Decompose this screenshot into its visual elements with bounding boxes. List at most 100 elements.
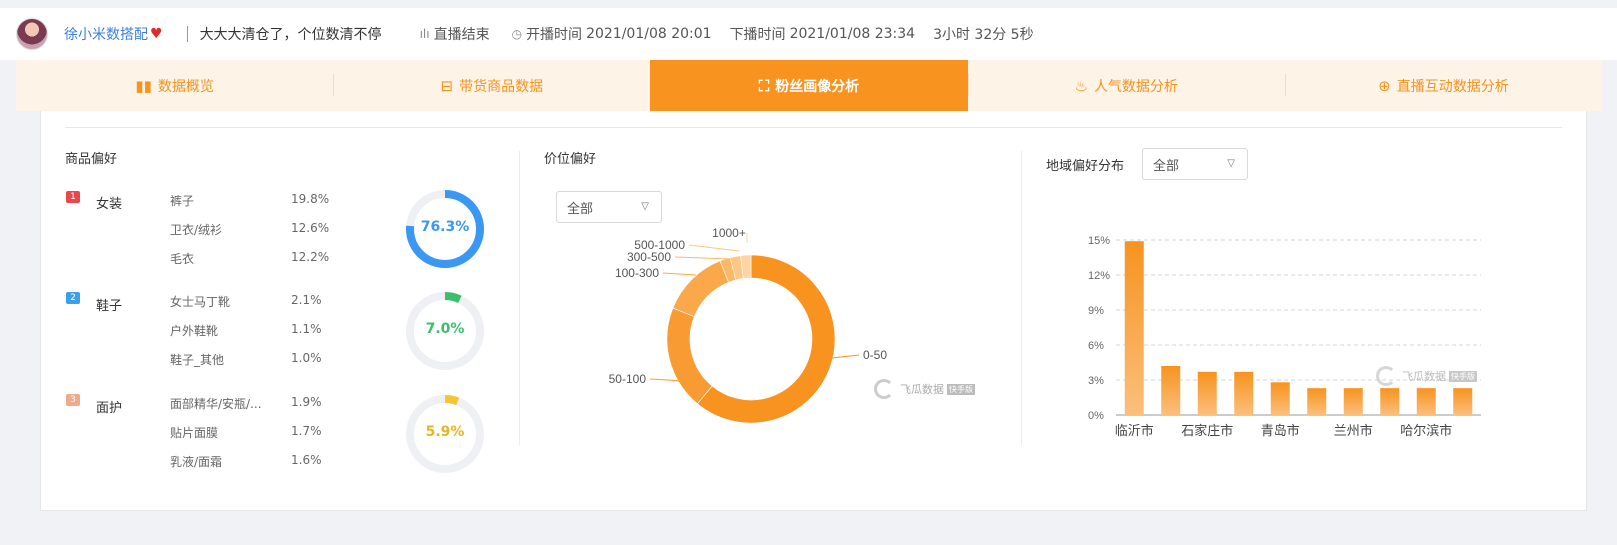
- region-bar[interactable]: [1416, 388, 1436, 415]
- category-name: 面护: [96, 401, 123, 416]
- tab-label: 数据概览: [157, 78, 214, 95]
- heart-icon: ♥: [150, 26, 163, 42]
- subcategory-value: 1.9%: [291, 395, 322, 409]
- y-tick-label: 12%: [1088, 270, 1110, 282]
- select-value: 全部: [567, 201, 594, 217]
- anchor-name-link[interactable]: 徐小米数搭配: [64, 24, 148, 44]
- region-bar[interactable]: [1270, 382, 1290, 415]
- signal-bars-icon: ılı: [419, 27, 430, 41]
- donut-slice-label: 1000+: [712, 226, 746, 240]
- start-time-value: 2021/01/08 20:01: [586, 26, 712, 42]
- end-time-label: 下播时间: [729, 27, 786, 43]
- column-divider: [1021, 151, 1022, 445]
- subcategory-value: 1.0%: [291, 351, 322, 365]
- clock-icon: ◷: [511, 27, 523, 41]
- rank-1-badge-icon: 1: [66, 191, 80, 203]
- tab-label: 人气数据分析: [1093, 78, 1178, 95]
- tab-fan-portrait[interactable]: ⛶ 粉丝画像分析: [650, 60, 968, 111]
- y-tick-label: 0%: [1088, 410, 1104, 422]
- y-tick-label: 15%: [1088, 235, 1110, 247]
- subcategory-value: 19.8%: [291, 192, 330, 206]
- anchor-avatar[interactable]: [16, 18, 48, 50]
- region-bar[interactable]: [1124, 241, 1144, 415]
- watermark-brand: 飞瓜数据: [900, 383, 944, 396]
- subcategory-name: 毛衣: [170, 252, 195, 266]
- subcategory-name: 鞋子_其他: [170, 353, 225, 367]
- region-bar[interactable]: [1197, 371, 1217, 415]
- rank-3-badge-icon: 3: [66, 394, 80, 406]
- watermark: 飞瓜数据 快手版: [874, 379, 975, 399]
- subcategory-value: 1.6%: [291, 453, 322, 467]
- end-time-value: 2021/01/08 23:34: [789, 26, 916, 42]
- feigua-logo-icon: [1376, 366, 1396, 386]
- category-name: 鞋子: [96, 299, 123, 314]
- tab-data-overview[interactable]: ▮▮ 数据概览: [16, 60, 333, 111]
- shopping-bag-icon: ⊟: [440, 76, 454, 95]
- subcategory-name: 裤子: [170, 194, 195, 208]
- region-bar[interactable]: [1380, 388, 1400, 415]
- duration-block: 3小时 32分 5秒: [933, 24, 1034, 44]
- tab-product-data[interactable]: ⊟ 带货商品数据: [333, 60, 650, 111]
- category-share-label: 76.3%: [420, 219, 470, 235]
- portrait-scan-icon: ⛶: [758, 76, 770, 95]
- donut-slice-label: 500-1000: [634, 238, 685, 252]
- subcategory-name: 贴片面膜: [170, 426, 219, 440]
- y-tick-label: 6%: [1088, 340, 1104, 352]
- region-bar[interactable]: [1343, 388, 1363, 415]
- tab-label: 粉丝画像分析: [775, 78, 860, 95]
- region-bar[interactable]: [1161, 366, 1181, 415]
- tab-label: 直播互动数据分析: [1396, 78, 1509, 95]
- donut-slice-label: 50-100: [609, 372, 647, 386]
- x-tick-label: 临沂市: [1115, 423, 1154, 438]
- rank-2-badge-icon: 2: [66, 292, 80, 304]
- region-filter-select[interactable]: 全部 ▽: [1142, 148, 1248, 180]
- subcategory-value: 12.2%: [291, 250, 330, 264]
- donut-slice-label: 0-50: [863, 348, 887, 362]
- donut-leader-line: [688, 244, 740, 252]
- region-bar[interactable]: [1234, 371, 1254, 415]
- analysis-tabs: ▮▮ 数据概览 ⊟ 带货商品数据 ⛶ 粉丝画像分析 ♨ 人气数据分析 ⊕ 直播互…: [16, 60, 1602, 111]
- region-pref-title: 地域偏好分布: [1046, 159, 1125, 174]
- live-title: 大大大清仓了，个位数清不停: [199, 27, 382, 43]
- watermark-tag: 快手版: [1449, 370, 1477, 382]
- flame-icon: ♨: [1074, 76, 1088, 95]
- watermark-tag: 快手版: [947, 383, 975, 395]
- region-bar[interactable]: [1453, 388, 1473, 415]
- select-value: 全部: [1153, 158, 1180, 174]
- tab-popularity[interactable]: ♨ 人气数据分析: [967, 60, 1285, 111]
- watermark-brand: 飞瓜数据: [1402, 370, 1446, 383]
- y-tick-label: 3%: [1088, 375, 1104, 387]
- column-divider: [519, 151, 520, 445]
- price-donut-chart: 0-50 50-100 100-300 300-500500-1000 1000+: [609, 226, 887, 424]
- end-time-block: 下播时间 2021/01/08 23:34: [730, 24, 916, 44]
- x-tick-label: 青岛市: [1261, 423, 1300, 438]
- panel-divider: [65, 127, 1562, 128]
- bar-chart-icon: ▮▮: [135, 76, 152, 95]
- live-info-header: 徐小米数搭配 ♥ 大大大清仓了，个位数清不停 ılı 直播结束 ◷ 开播时间 2…: [0, 8, 1617, 60]
- duration-value: 3小时 32分 5秒: [933, 27, 1034, 43]
- donut-slice-label: 100-300: [615, 266, 659, 280]
- tab-interaction[interactable]: ⊕ 直播互动数据分析: [1284, 60, 1602, 111]
- category-share-label: 7.0%: [425, 321, 465, 337]
- subcategory-value: 1.7%: [291, 424, 322, 438]
- donut-slice-label: 300-500: [627, 250, 671, 264]
- price-filter-select[interactable]: 全部 ▽: [556, 191, 662, 223]
- subcategory-name: 卫衣/绒衫: [170, 223, 223, 237]
- live-status-label: 直播结束: [433, 27, 490, 43]
- fan-portrait-panel: 商品偏好 1 女装 裤子 19.8% 卫衣/绒衫 12.6% 毛衣 12.2% …: [40, 111, 1587, 511]
- x-tick-label: 石家庄市: [1181, 423, 1233, 438]
- region-bar[interactable]: [1307, 388, 1327, 415]
- donut-slice[interactable]: [672, 260, 729, 317]
- chevron-down-icon: ▽: [641, 201, 649, 212]
- donut-leader-line: [674, 256, 732, 260]
- watermark: 飞瓜数据 快手版: [1376, 366, 1477, 386]
- start-time-block: ◷ 开播时间 2021/01/08 20:01: [512, 24, 712, 44]
- subcategory-value: 12.6%: [291, 221, 330, 235]
- category-share-label: 5.9%: [425, 424, 465, 440]
- price-pref-title: 价位偏好: [544, 152, 597, 167]
- donut-slice[interactable]: [666, 307, 713, 405]
- subcategory-name: 乳液/面霜: [170, 455, 223, 469]
- donut-leader-line: [662, 272, 697, 276]
- header-divider: [186, 26, 188, 42]
- subcategory-value: 2.1%: [291, 293, 322, 307]
